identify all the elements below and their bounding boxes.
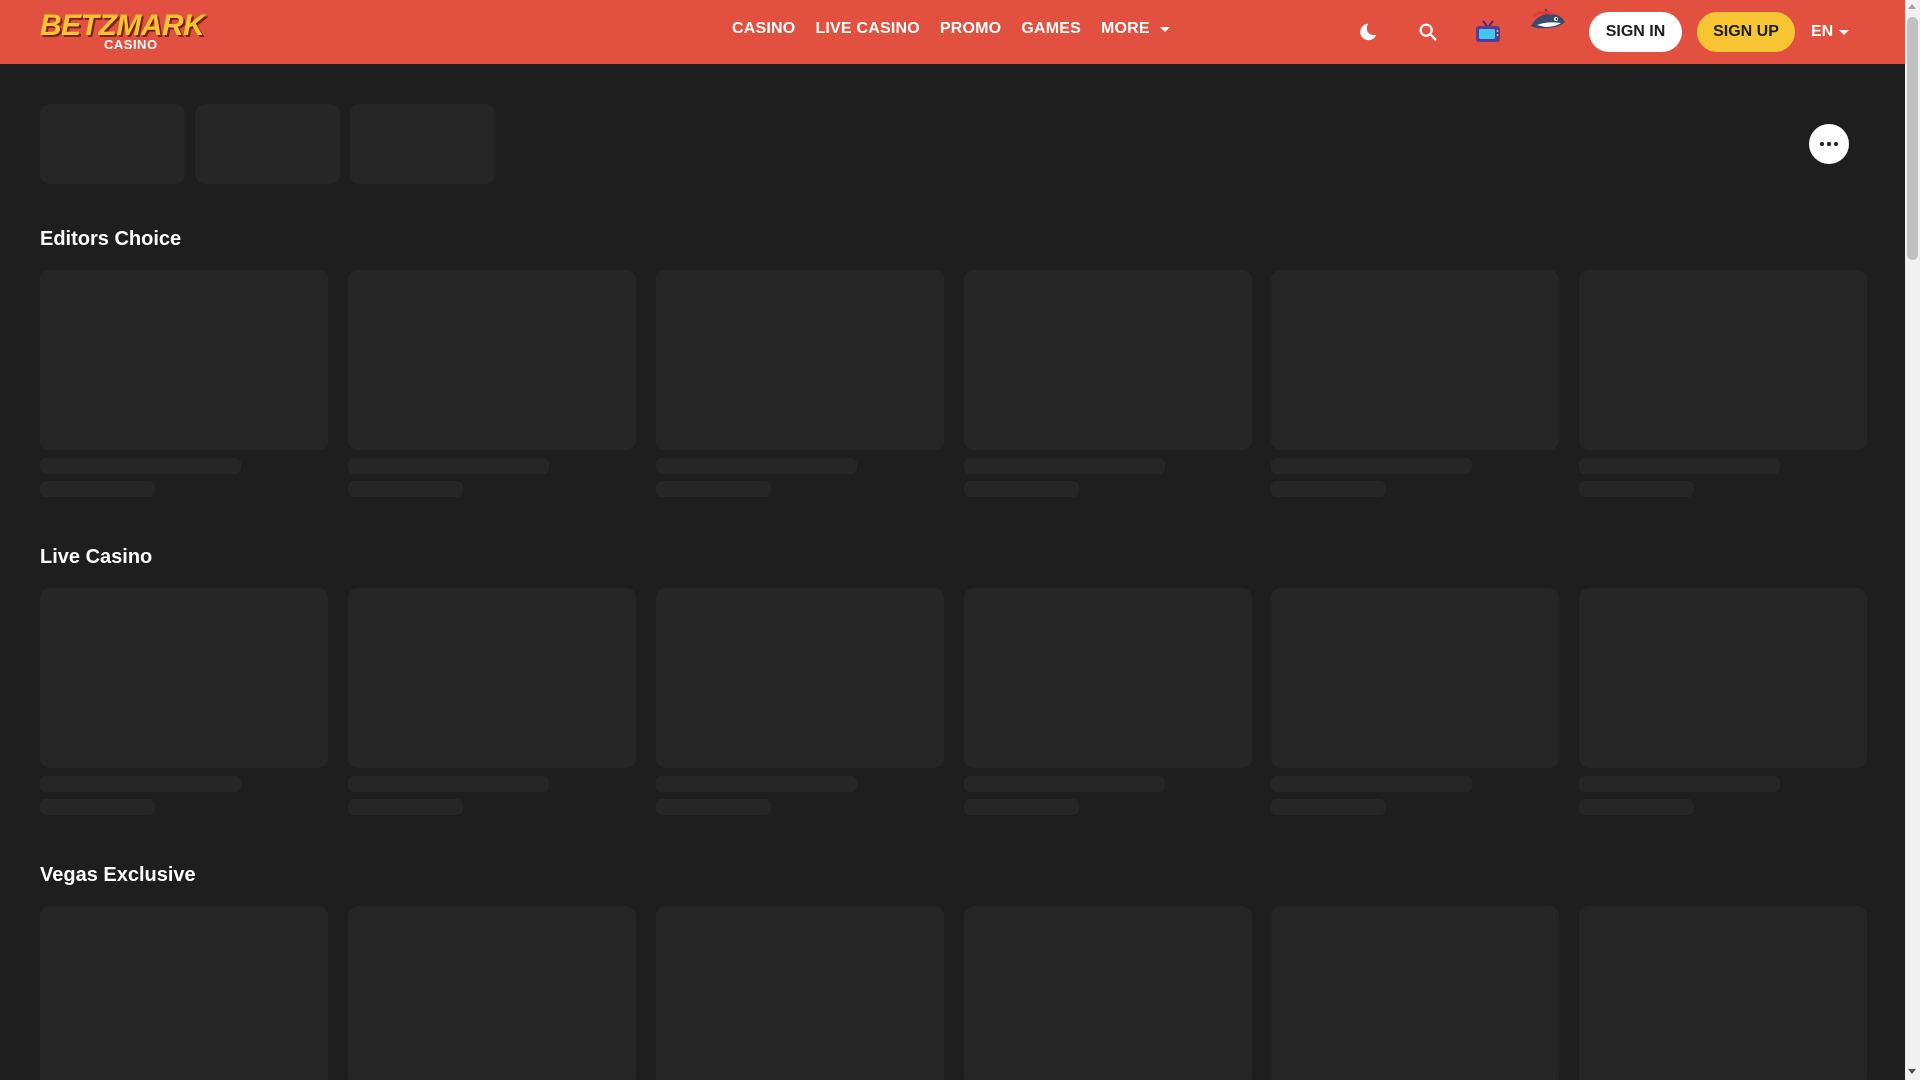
nav-games-label: GAMES (1021, 20, 1081, 37)
card-title-placeholder (40, 776, 241, 792)
nav-casino-label: CASINO (732, 20, 796, 37)
scrollbar-thumb[interactable] (1907, 17, 1918, 260)
search-button[interactable] (1412, 14, 1444, 50)
card-title-placeholder (348, 776, 549, 792)
dot (1827, 142, 1831, 146)
card-subtitle-placeholder (1271, 481, 1386, 497)
card-subtitle-placeholder (656, 481, 771, 497)
card-title-placeholder (1271, 458, 1472, 474)
card-thumbnail (1271, 270, 1559, 450)
category-pill-skeleton (195, 104, 340, 184)
card-title-placeholder (1579, 458, 1780, 474)
top-header: BETZMARK CASINO CASINO LIVE CASINO PROMO… (0, 0, 1905, 64)
card-thumbnail (40, 588, 328, 768)
card-subtitle-placeholder (964, 481, 1079, 497)
nav-more-label: MORE (1101, 20, 1150, 37)
card-thumbnail (964, 270, 1252, 450)
tv-icon (1476, 20, 1500, 42)
tv-button[interactable] (1472, 14, 1504, 50)
nav-games[interactable]: GAMES (1021, 20, 1081, 38)
card-title-placeholder (40, 458, 241, 474)
nav-more[interactable]: MORE (1101, 20, 1170, 38)
card-title-placeholder (348, 458, 549, 474)
card-subtitle-placeholder (348, 481, 463, 497)
card-thumbnail (964, 588, 1252, 768)
card-thumbnail (1271, 588, 1559, 768)
nav-live-casino-label: LIVE CASINO (815, 20, 920, 37)
language-label: EN (1811, 23, 1834, 40)
nav-casino[interactable]: CASINO (732, 20, 795, 38)
card-title-placeholder (1579, 776, 1780, 792)
section-title-editors-choice: Editors Choice (40, 228, 182, 250)
card-subtitle-placeholder (40, 799, 155, 815)
card-title-placeholder (964, 458, 1165, 474)
card-thumbnail (348, 588, 636, 768)
language-selector[interactable]: EN (1811, 22, 1850, 42)
card-title-placeholder (656, 776, 857, 792)
dot (1820, 142, 1824, 146)
mascot-button[interactable] (1528, 6, 1568, 36)
category-pill-skeleton (350, 104, 495, 184)
sign-up-label: SIGN UP (1713, 23, 1779, 40)
nav-promo-label: PROMO (939, 20, 1002, 37)
scroll-down-arrow-icon[interactable] (1908, 1069, 1916, 1074)
caret-down-icon (1839, 29, 1850, 35)
card-thumbnail (40, 270, 328, 450)
betzmark-logo[interactable]: BETZMARK CASINO (38, 7, 205, 55)
moon-icon (1360, 23, 1377, 41)
card-subtitle-placeholder (40, 481, 155, 497)
logo-subtitle: CASINO (104, 37, 158, 52)
shark-mascot-icon (1531, 8, 1565, 29)
caret-down-icon (1159, 26, 1170, 32)
card-thumbnail (40, 906, 328, 1080)
card-thumbnail (964, 906, 1252, 1080)
card-title-placeholder (1271, 776, 1472, 792)
card-subtitle-placeholder (348, 799, 463, 815)
card-thumbnail (656, 906, 944, 1080)
card-thumbnail (656, 588, 944, 768)
card-subtitle-placeholder (656, 799, 771, 815)
sign-in-button[interactable]: SIGN IN (1589, 12, 1682, 52)
card-subtitle-placeholder (964, 799, 1079, 815)
card-thumbnail (348, 906, 636, 1080)
vertical-scrollbar[interactable] (1905, 0, 1920, 1080)
nav-live-casino[interactable]: LIVE CASINO (815, 20, 919, 38)
card-thumbnail (1579, 270, 1867, 450)
scroll-up-arrow-icon[interactable] (1908, 4, 1916, 9)
category-pill-skeleton (40, 104, 185, 184)
card-thumbnail (1579, 906, 1867, 1080)
card-subtitle-placeholder (1579, 481, 1694, 497)
card-thumbnail (656, 270, 944, 450)
main-nav: CASINO LIVE CASINO PROMO GAMES MORE (732, 0, 1170, 58)
search-icon (1419, 23, 1437, 41)
section-title-vegas-exclusive: Vegas Exclusive (40, 864, 196, 886)
card-thumbnail (1271, 906, 1559, 1080)
card-thumbnail (348, 270, 636, 450)
card-subtitle-placeholder (1579, 799, 1694, 815)
sign-up-button[interactable]: SIGN UP (1697, 12, 1795, 52)
nav-promo[interactable]: PROMO (940, 20, 1001, 38)
page: BETZMARK CASINO CASINO LIVE CASINO PROMO… (0, 0, 1920, 1080)
more-options-button[interactable] (1809, 124, 1849, 164)
sign-in-label: SIGN IN (1605, 23, 1666, 40)
card-thumbnail (1579, 588, 1867, 768)
dot (1834, 142, 1838, 146)
section-title-live-casino: Live Casino (40, 546, 153, 568)
card-title-placeholder (964, 776, 1165, 792)
card-title-placeholder (656, 458, 857, 474)
theme-toggle-button[interactable] (1352, 14, 1384, 50)
card-subtitle-placeholder (1271, 799, 1386, 815)
